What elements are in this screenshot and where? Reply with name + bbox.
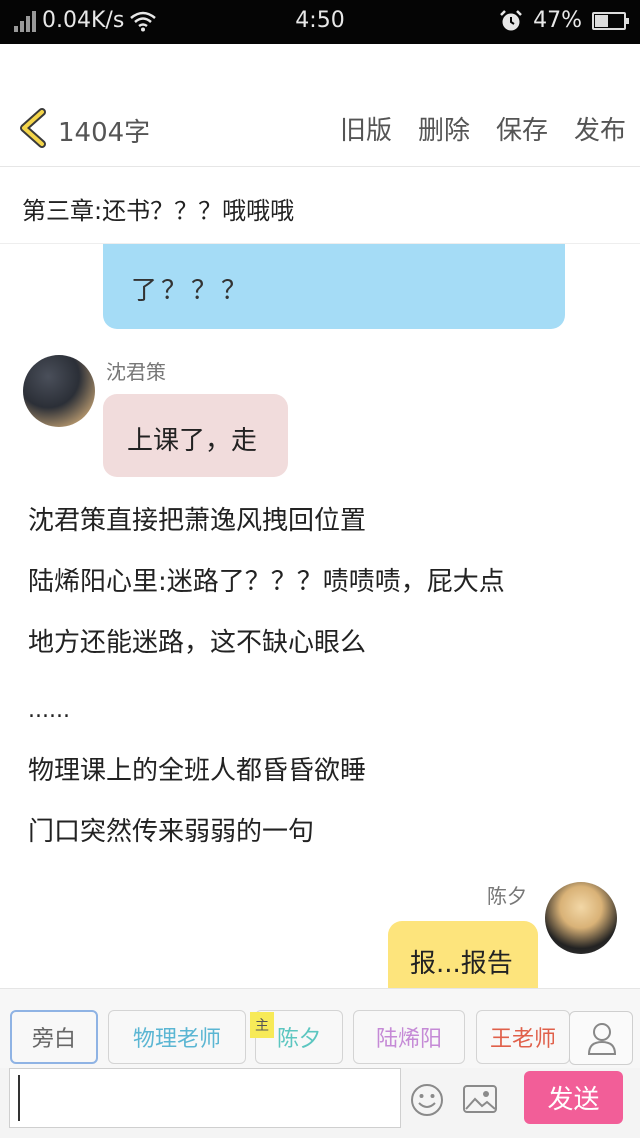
avatar-shen-junce[interactable]: [23, 355, 95, 427]
emoji-icon[interactable]: [410, 1083, 444, 1117]
narration-paragraph[interactable]: 陆烯阳心里:迷路了？？？啧啧啧，屁大点: [28, 567, 505, 597]
dialogue-text: 了？？？: [131, 276, 252, 306]
character-chip-narration[interactable]: 旁白: [10, 1010, 98, 1064]
dialogue-text: 报...报告: [410, 949, 513, 979]
dialogue-text: 上课了，走: [127, 426, 258, 456]
character-chip-physics-teacher[interactable]: 物理老师: [108, 1010, 246, 1064]
speaker-name: 沈君策: [106, 360, 166, 384]
old-version-button[interactable]: 旧版: [340, 110, 392, 147]
person-icon: [587, 1023, 617, 1055]
battery-fill: [595, 14, 609, 27]
status-right: 47%: [499, 8, 629, 33]
speaker-name: 陈夕: [487, 884, 527, 908]
story-content[interactable]: 了？？？ 沈君策 上课了，走 沈君策直接把萧逸风拽回位置 陆烯阳心里:迷路了？？…: [0, 244, 640, 988]
narration-paragraph[interactable]: 地方还能迷路，这不缺心眼么: [28, 628, 366, 658]
narration-paragraph[interactable]: 物理课上的全班人都昏昏欲睡: [28, 756, 366, 786]
dialogue-bubble-blue[interactable]: 了？？？: [103, 244, 565, 329]
back-chevron-icon[interactable]: [14, 106, 50, 150]
alarm-icon: [500, 9, 522, 30]
save-button[interactable]: 保存: [496, 110, 548, 147]
delete-button[interactable]: 删除: [418, 110, 470, 147]
character-selector: 旁白 物理老师 陈夕 陆烯阳 王老师: [0, 988, 640, 1068]
character-manage-button[interactable]: [569, 1011, 633, 1065]
status-bar: 0.04K/s 4:50 47%: [0, 0, 640, 44]
avatar-chen-xi[interactable]: [545, 882, 617, 954]
publish-button[interactable]: 发布: [574, 110, 626, 147]
chapter-title: 第三章:还书？？？哦哦哦: [22, 197, 295, 225]
narration-paragraph[interactable]: 沈君策直接把萧逸风拽回位置: [28, 506, 366, 536]
text-caret: [18, 1075, 20, 1121]
main-character-badge: 主: [250, 1012, 274, 1038]
image-icon[interactable]: [462, 1083, 498, 1115]
battery-icon: [592, 11, 629, 30]
battery-percent: 47%: [533, 8, 582, 33]
header-actions: 旧版 删除 保存 发布: [340, 110, 626, 147]
editor-header: 1404字 旧版 删除 保存 发布: [0, 44, 640, 166]
character-chip-lu-xiyang[interactable]: 陆烯阳: [353, 1010, 465, 1064]
character-chip-teacher-wang[interactable]: 王老师: [476, 1010, 570, 1064]
chapter-title-bar[interactable]: 第三章:还书？？？哦哦哦: [0, 166, 640, 244]
narration-paragraph[interactable]: 门口突然传来弱弱的一句: [28, 817, 314, 847]
word-count: 1404字: [58, 118, 151, 148]
dialogue-bubble-yellow[interactable]: 报...报告: [388, 921, 538, 988]
send-button[interactable]: 发送: [524, 1071, 623, 1124]
dialogue-bubble-pink[interactable]: 上课了，走: [103, 394, 288, 477]
message-input[interactable]: [9, 1068, 401, 1128]
narration-paragraph[interactable]: ......: [28, 696, 70, 726]
